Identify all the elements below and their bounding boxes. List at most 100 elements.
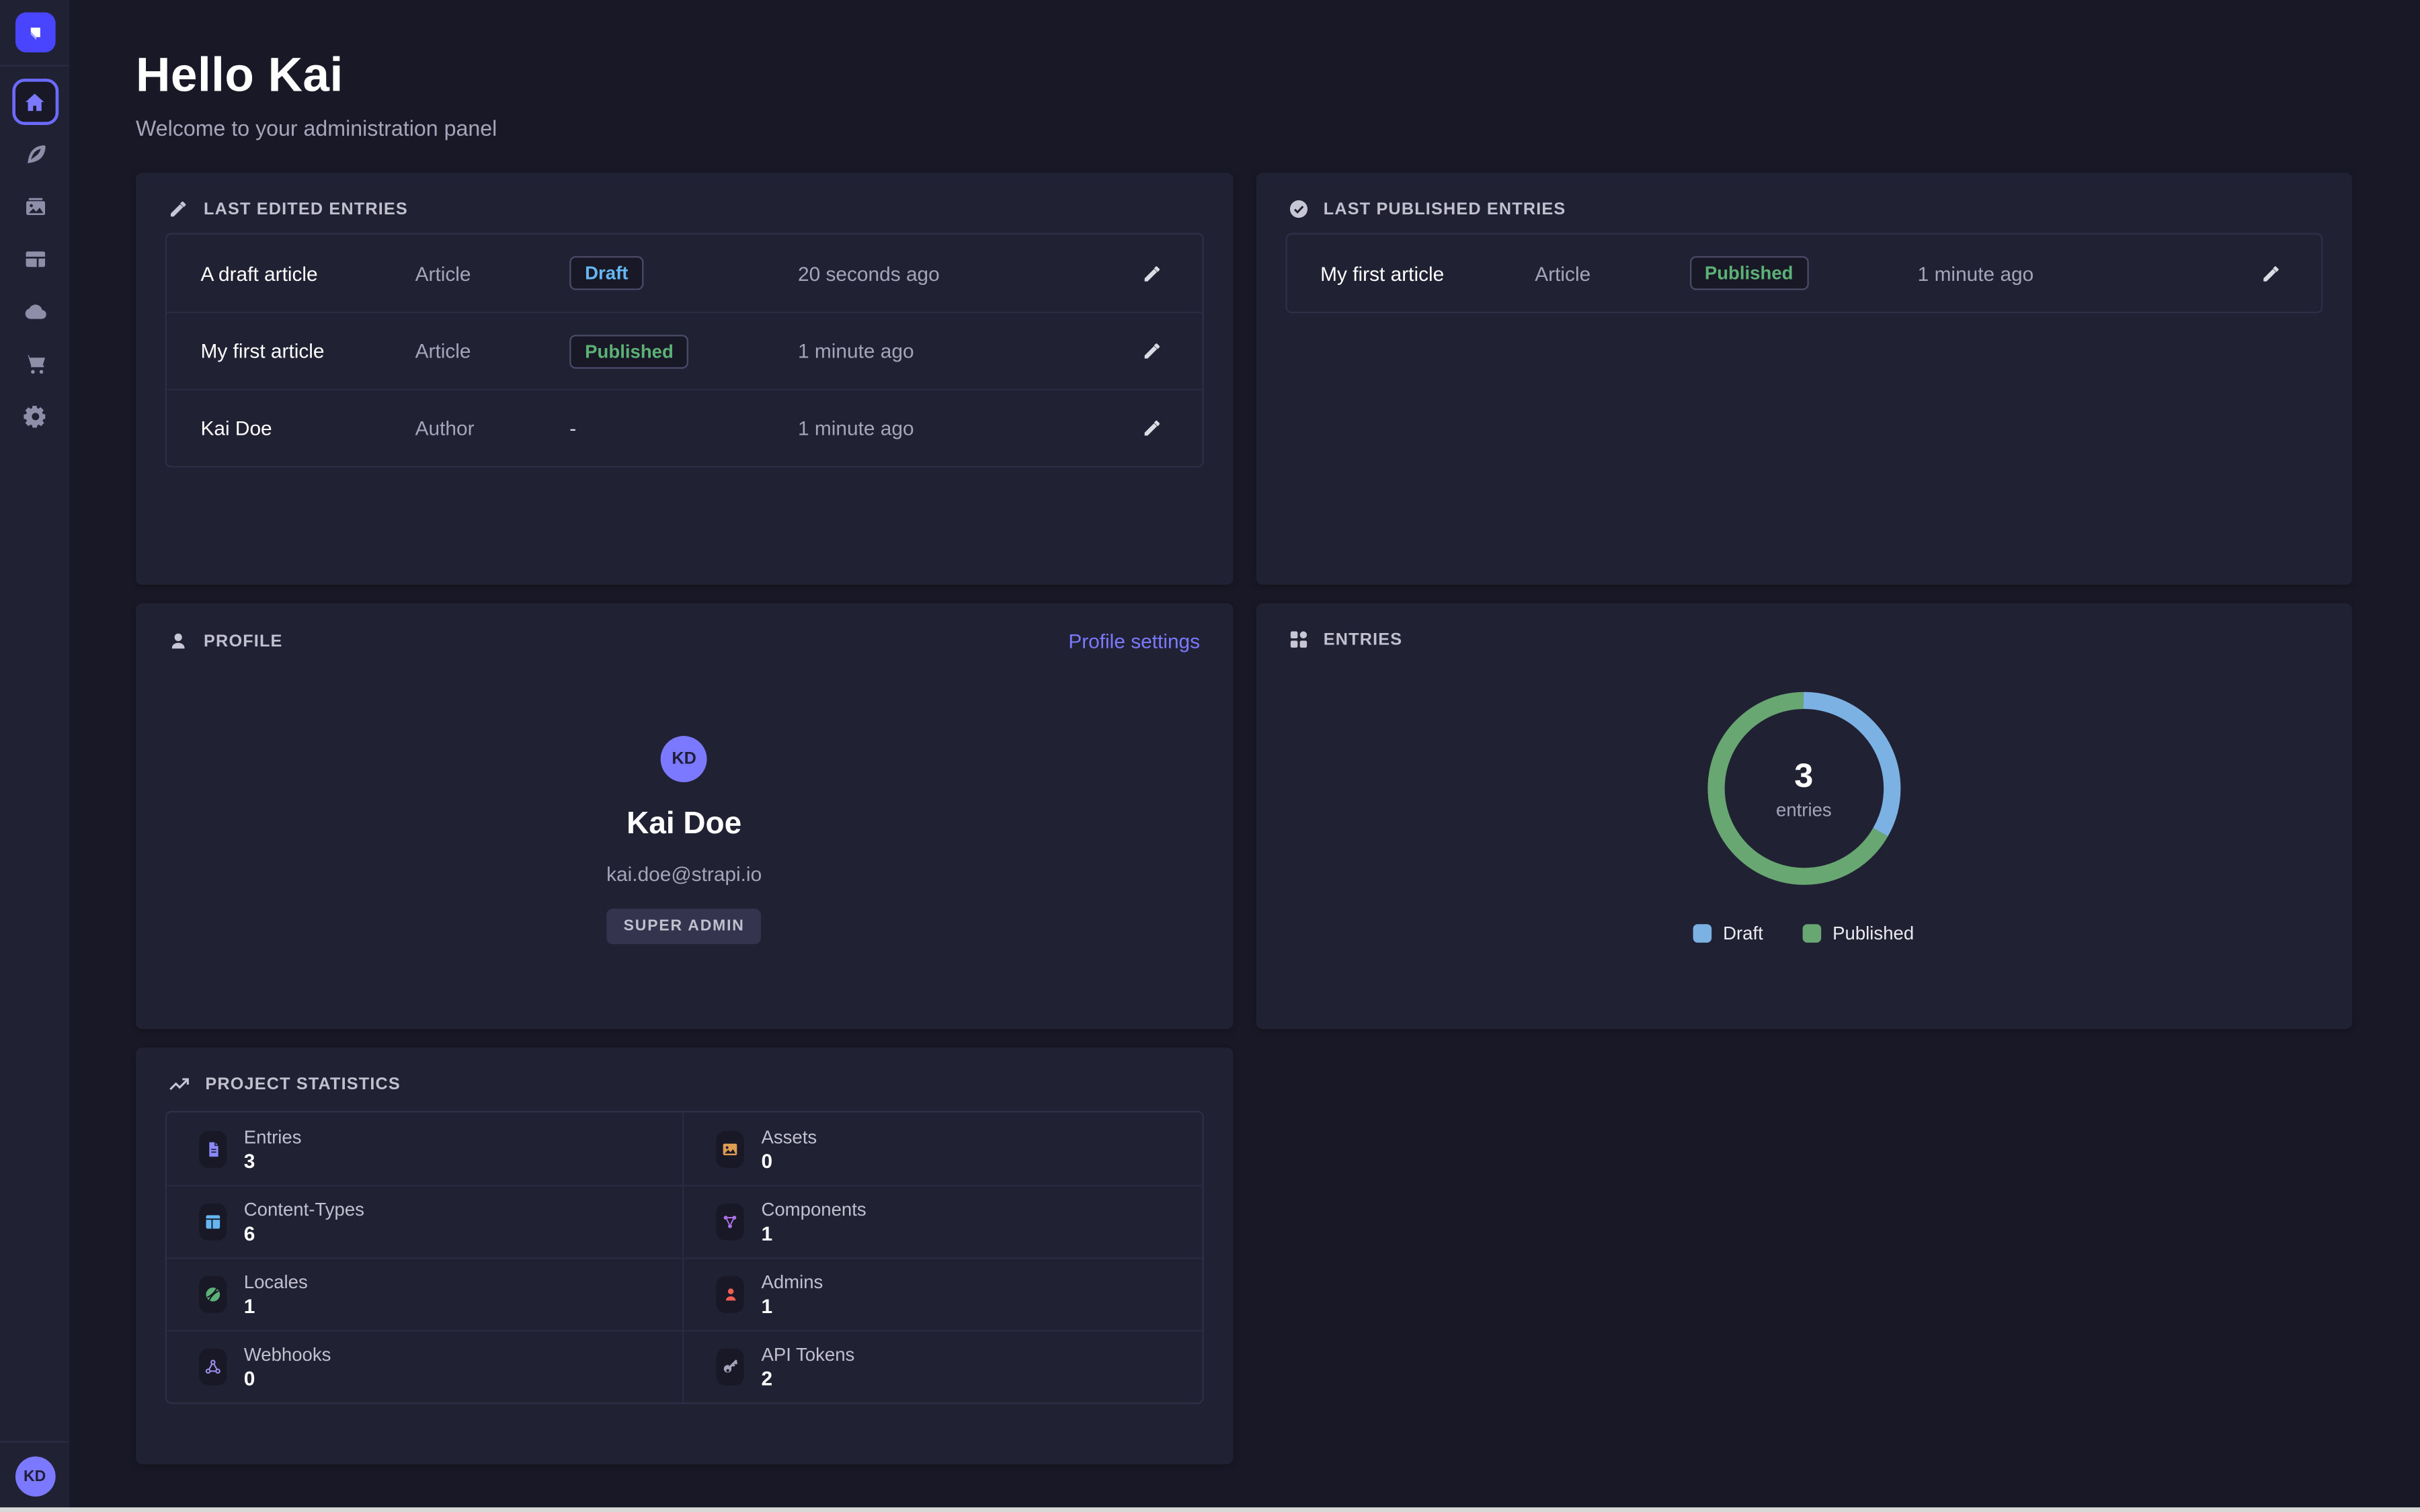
entry-type: Article	[1535, 261, 1689, 284]
stat-value: 3	[244, 1148, 302, 1171]
stat-entries: Entries 3	[167, 1112, 684, 1185]
images-icon	[22, 194, 47, 219]
stat-label: API Tokens	[761, 1344, 854, 1366]
profile-name: Kai Doe	[627, 807, 741, 843]
stat-value: 1	[761, 1294, 823, 1317]
table-row[interactable]: Kai Doe Author - 1 minute ago	[167, 389, 1201, 466]
pencil-icon	[168, 199, 188, 219]
sidebar-item-content-manager[interactable]	[0, 128, 69, 181]
horizontal-scrollbar[interactable]	[0, 1507, 2420, 1512]
panel-title: ENTRIES	[1324, 630, 1403, 649]
panel-title: PROJECT STATISTICS	[205, 1075, 401, 1094]
status-badge: Published	[569, 334, 689, 368]
edit-entry-button[interactable]	[1135, 257, 1168, 289]
stat-webhooks: Webhooks 0	[167, 1330, 684, 1402]
profile-email: kai.doe@strapi.io	[606, 862, 762, 885]
table-row[interactable]: A draft article Article Draft 20 seconds…	[167, 235, 1201, 312]
entry-type: Author	[415, 417, 570, 439]
stat-admins: Admins 1	[684, 1257, 1202, 1330]
sidebar-nav	[0, 75, 69, 442]
pen-icon	[22, 142, 47, 167]
stat-label: Assets	[761, 1126, 817, 1147]
chart-legend: Draft Published	[1256, 923, 2352, 944]
webhook-icon	[199, 1349, 227, 1386]
draft-swatch	[1693, 924, 1712, 943]
stats-table: Entries 3 Assets 0	[165, 1111, 1203, 1404]
user-avatar[interactable]: KD	[15, 1456, 55, 1497]
last-published-table: My first article Article Published 1 min…	[1285, 233, 2323, 313]
legend-item-published: Published	[1804, 923, 1914, 944]
globe-icon	[199, 1276, 227, 1313]
stat-api-tokens: API Tokens 2	[684, 1330, 1202, 1402]
project-statistics-panel: PROJECT STATISTICS Entries 3	[136, 1048, 1232, 1464]
last-published-entries-panel: LAST PUBLISHED ENTRIES My first article …	[1256, 173, 2352, 585]
user-icon	[717, 1276, 744, 1313]
published-swatch	[1804, 924, 1822, 943]
strapi-admin-dashboard: KD Hello Kai Welcome to your administrat…	[0, 0, 2420, 1512]
stat-label: Locales	[244, 1271, 308, 1293]
sidebar-divider	[0, 65, 69, 66]
sidebar-item-deploy[interactable]	[0, 286, 69, 338]
check-circle-icon	[1288, 199, 1308, 219]
stat-content-types: Content-Types 6	[167, 1185, 684, 1257]
page-subtitle: Welcome to your administration panel	[136, 114, 2352, 142]
stat-value: 6	[244, 1222, 364, 1245]
entry-title: A draft article	[200, 261, 415, 284]
last-edited-table: A draft article Article Draft 20 seconds…	[165, 233, 1203, 468]
status-badge: Published	[1689, 256, 1809, 290]
entries-panel: ENTRIES 3 entries	[1256, 603, 2352, 1030]
stat-assets: Assets 0	[684, 1112, 1202, 1185]
role-badge: SUPER ADMIN	[606, 909, 762, 944]
stat-value: 1	[761, 1222, 866, 1245]
picture-icon	[717, 1130, 744, 1167]
legend-label: Published	[1832, 923, 1914, 944]
panel-title: LAST EDITED ENTRIES	[204, 200, 408, 218]
sidebar-item-media-library[interactable]	[0, 181, 69, 233]
edit-entry-button[interactable]	[1135, 412, 1168, 444]
edit-entry-button[interactable]	[2255, 257, 2287, 289]
legend-label: Draft	[1723, 923, 1763, 944]
entry-title: My first article	[1320, 261, 1535, 284]
person-icon	[168, 631, 188, 651]
legend-item-draft: Draft	[1693, 923, 1763, 944]
stat-value: 1	[244, 1294, 308, 1317]
entry-type: Article	[415, 339, 570, 362]
edit-entry-button[interactable]	[1135, 335, 1168, 367]
status-empty: -	[569, 416, 576, 439]
entry-type: Article	[415, 261, 570, 284]
sidebar-item-content-type-builder[interactable]	[0, 233, 69, 286]
stat-value: 0	[244, 1367, 331, 1390]
layout-icon	[22, 247, 47, 271]
stat-components: Components 1	[684, 1185, 1202, 1257]
profile-avatar: KD	[661, 736, 707, 782]
entry-updated-time: 1 minute ago	[1918, 261, 2255, 284]
puzzle-icon	[717, 1204, 744, 1241]
entry-title: Kai Doe	[200, 417, 415, 439]
window-icon	[199, 1204, 227, 1241]
stat-value: 0	[761, 1148, 817, 1171]
status-badge: Draft	[569, 256, 643, 290]
main-content: Hello Kai Welcome to your administration…	[69, 0, 2420, 1512]
profile-settings-link[interactable]: Profile settings	[1068, 630, 1200, 653]
stat-label: Components	[761, 1199, 866, 1220]
sidebar-item-settings[interactable]	[0, 390, 69, 443]
table-row[interactable]: My first article Article Published 1 min…	[167, 312, 1201, 389]
trending-up-icon	[168, 1074, 190, 1095]
sidebar-item-marketplace[interactable]	[0, 338, 69, 390]
strapi-logo[interactable]	[15, 12, 55, 52]
sidebar-divider	[0, 1441, 69, 1442]
stat-value: 2	[761, 1367, 854, 1390]
panel-title: LAST PUBLISHED ENTRIES	[1324, 200, 1566, 218]
last-edited-entries-panel: LAST EDITED ENTRIES A draft article Arti…	[136, 173, 1232, 585]
entry-updated-time: 20 seconds ago	[798, 261, 1135, 284]
gear-icon	[22, 405, 47, 429]
grid-icon	[1288, 630, 1308, 650]
stat-label: Content-Types	[244, 1199, 364, 1220]
stat-label: Entries	[244, 1126, 302, 1147]
home-icon	[11, 79, 58, 125]
sidebar-item-home[interactable]	[0, 75, 69, 128]
page-title: Hello Kai	[136, 48, 2352, 103]
table-row[interactable]: My first article Article Published 1 min…	[1287, 235, 2321, 312]
cart-icon	[22, 351, 47, 376]
entry-updated-time: 1 minute ago	[798, 339, 1135, 362]
